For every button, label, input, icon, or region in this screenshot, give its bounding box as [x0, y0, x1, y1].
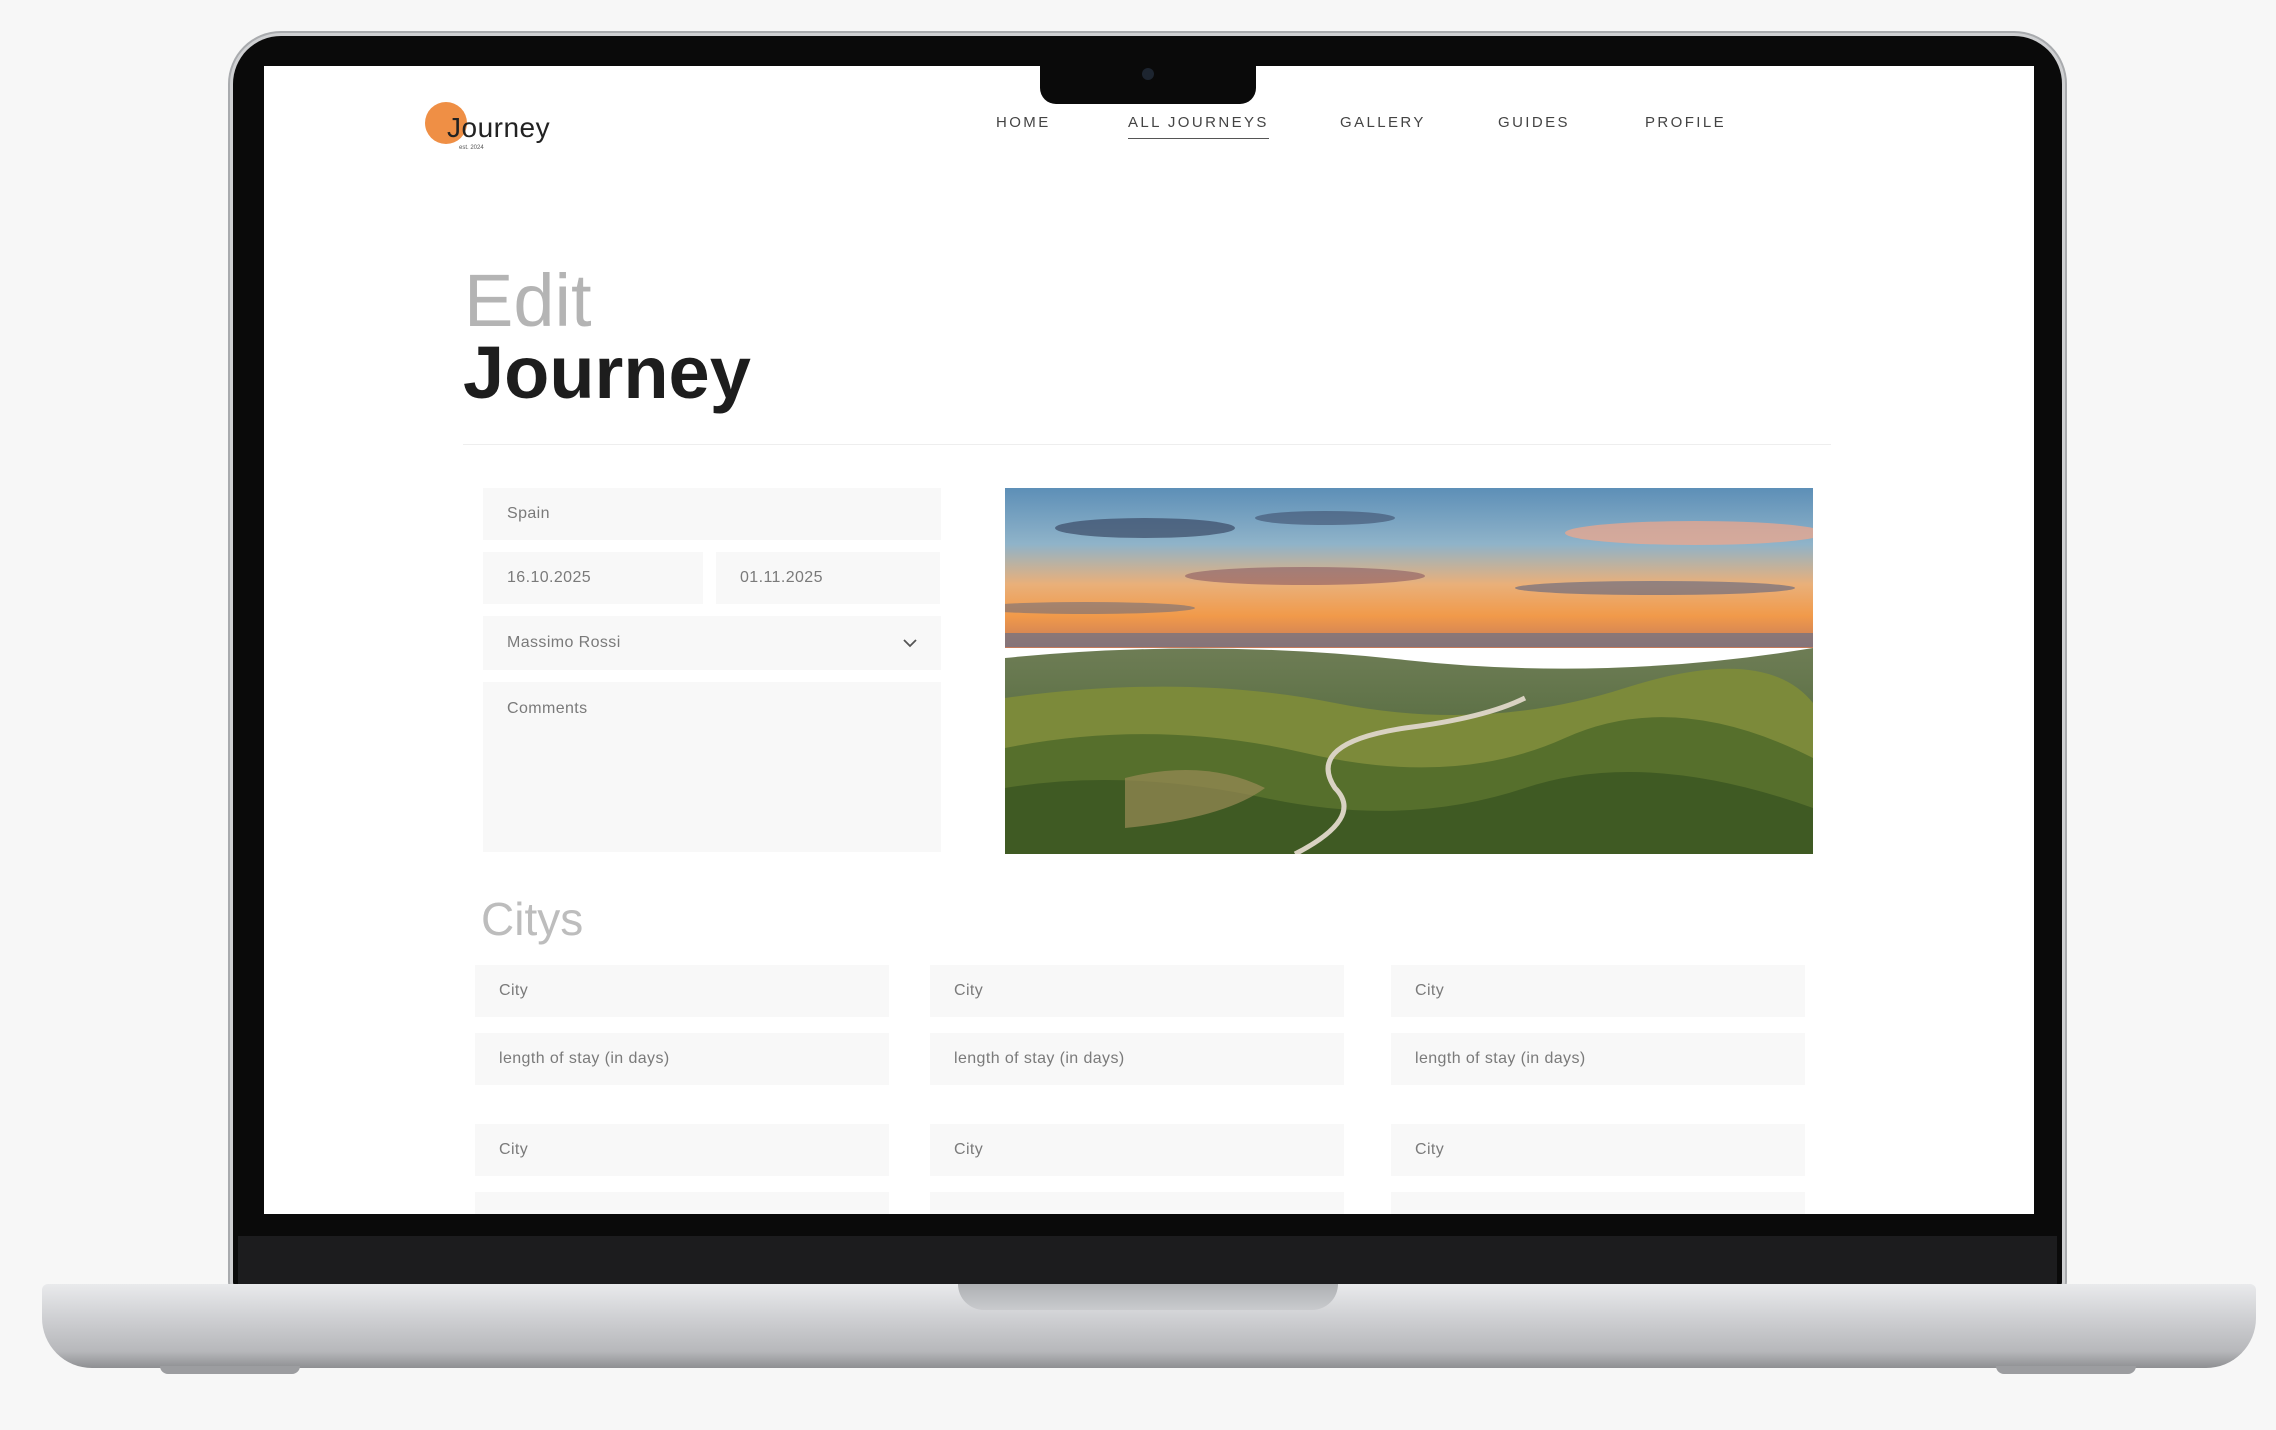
journey-photo[interactable]: [1005, 488, 1813, 854]
logo-subtitle: est. 2024: [459, 145, 484, 151]
main-nav: HOME ALL JOURNEYS GALLERY GUIDES PROFILE: [264, 114, 2034, 144]
nav-home[interactable]: HOME: [996, 114, 1051, 131]
nav-profile[interactable]: PROFILE: [1645, 114, 1726, 131]
stay-length-input[interactable]: [475, 1192, 889, 1214]
title-divider: [463, 444, 1831, 445]
comments-textarea[interactable]: Comments: [483, 682, 941, 852]
stay-length-input[interactable]: [1391, 1192, 1805, 1214]
city-input[interactable]: City: [475, 1124, 889, 1176]
camera-icon: [1142, 68, 1154, 80]
stay-length-input[interactable]: length of stay (in days): [930, 1033, 1344, 1085]
city-input[interactable]: City: [1391, 965, 1805, 1017]
guide-select[interactable]: Massimo Rossi: [483, 616, 941, 670]
guide-select-value: Massimo Rossi: [507, 634, 621, 651]
cities-section-title: Citys: [481, 893, 584, 945]
end-date-input[interactable]: 01.11.2025: [716, 552, 940, 604]
stay-length-input[interactable]: length of stay (in days): [1391, 1033, 1805, 1085]
nav-guides[interactable]: GUIDES: [1498, 114, 1570, 131]
city-input[interactable]: City: [1391, 1124, 1805, 1176]
stay-length-input[interactable]: length of stay (in days): [475, 1033, 889, 1085]
screen: Journey est. 2024 HOME ALL JOURNEYS GALL…: [264, 66, 2034, 1214]
landscape-image: [1005, 488, 1813, 854]
city-input[interactable]: City: [930, 1124, 1344, 1176]
laptop-foot-left: [160, 1366, 300, 1374]
laptop-foot-right: [1996, 1366, 2136, 1374]
page-title-bold: Journey: [463, 331, 751, 414]
city-input[interactable]: City: [475, 965, 889, 1017]
nav-gallery[interactable]: GALLERY: [1340, 114, 1426, 131]
city-input[interactable]: City: [930, 965, 1344, 1017]
start-date-input[interactable]: 16.10.2025: [483, 552, 703, 604]
country-input[interactable]: Spain: [483, 488, 941, 540]
chevron-down-icon: [903, 639, 917, 648]
laptop-base-notch: [958, 1284, 1338, 1310]
nav-all-journeys[interactable]: ALL JOURNEYS: [1128, 114, 1269, 139]
stay-length-input[interactable]: [930, 1192, 1344, 1214]
laptop-chin: [238, 1236, 2057, 1286]
